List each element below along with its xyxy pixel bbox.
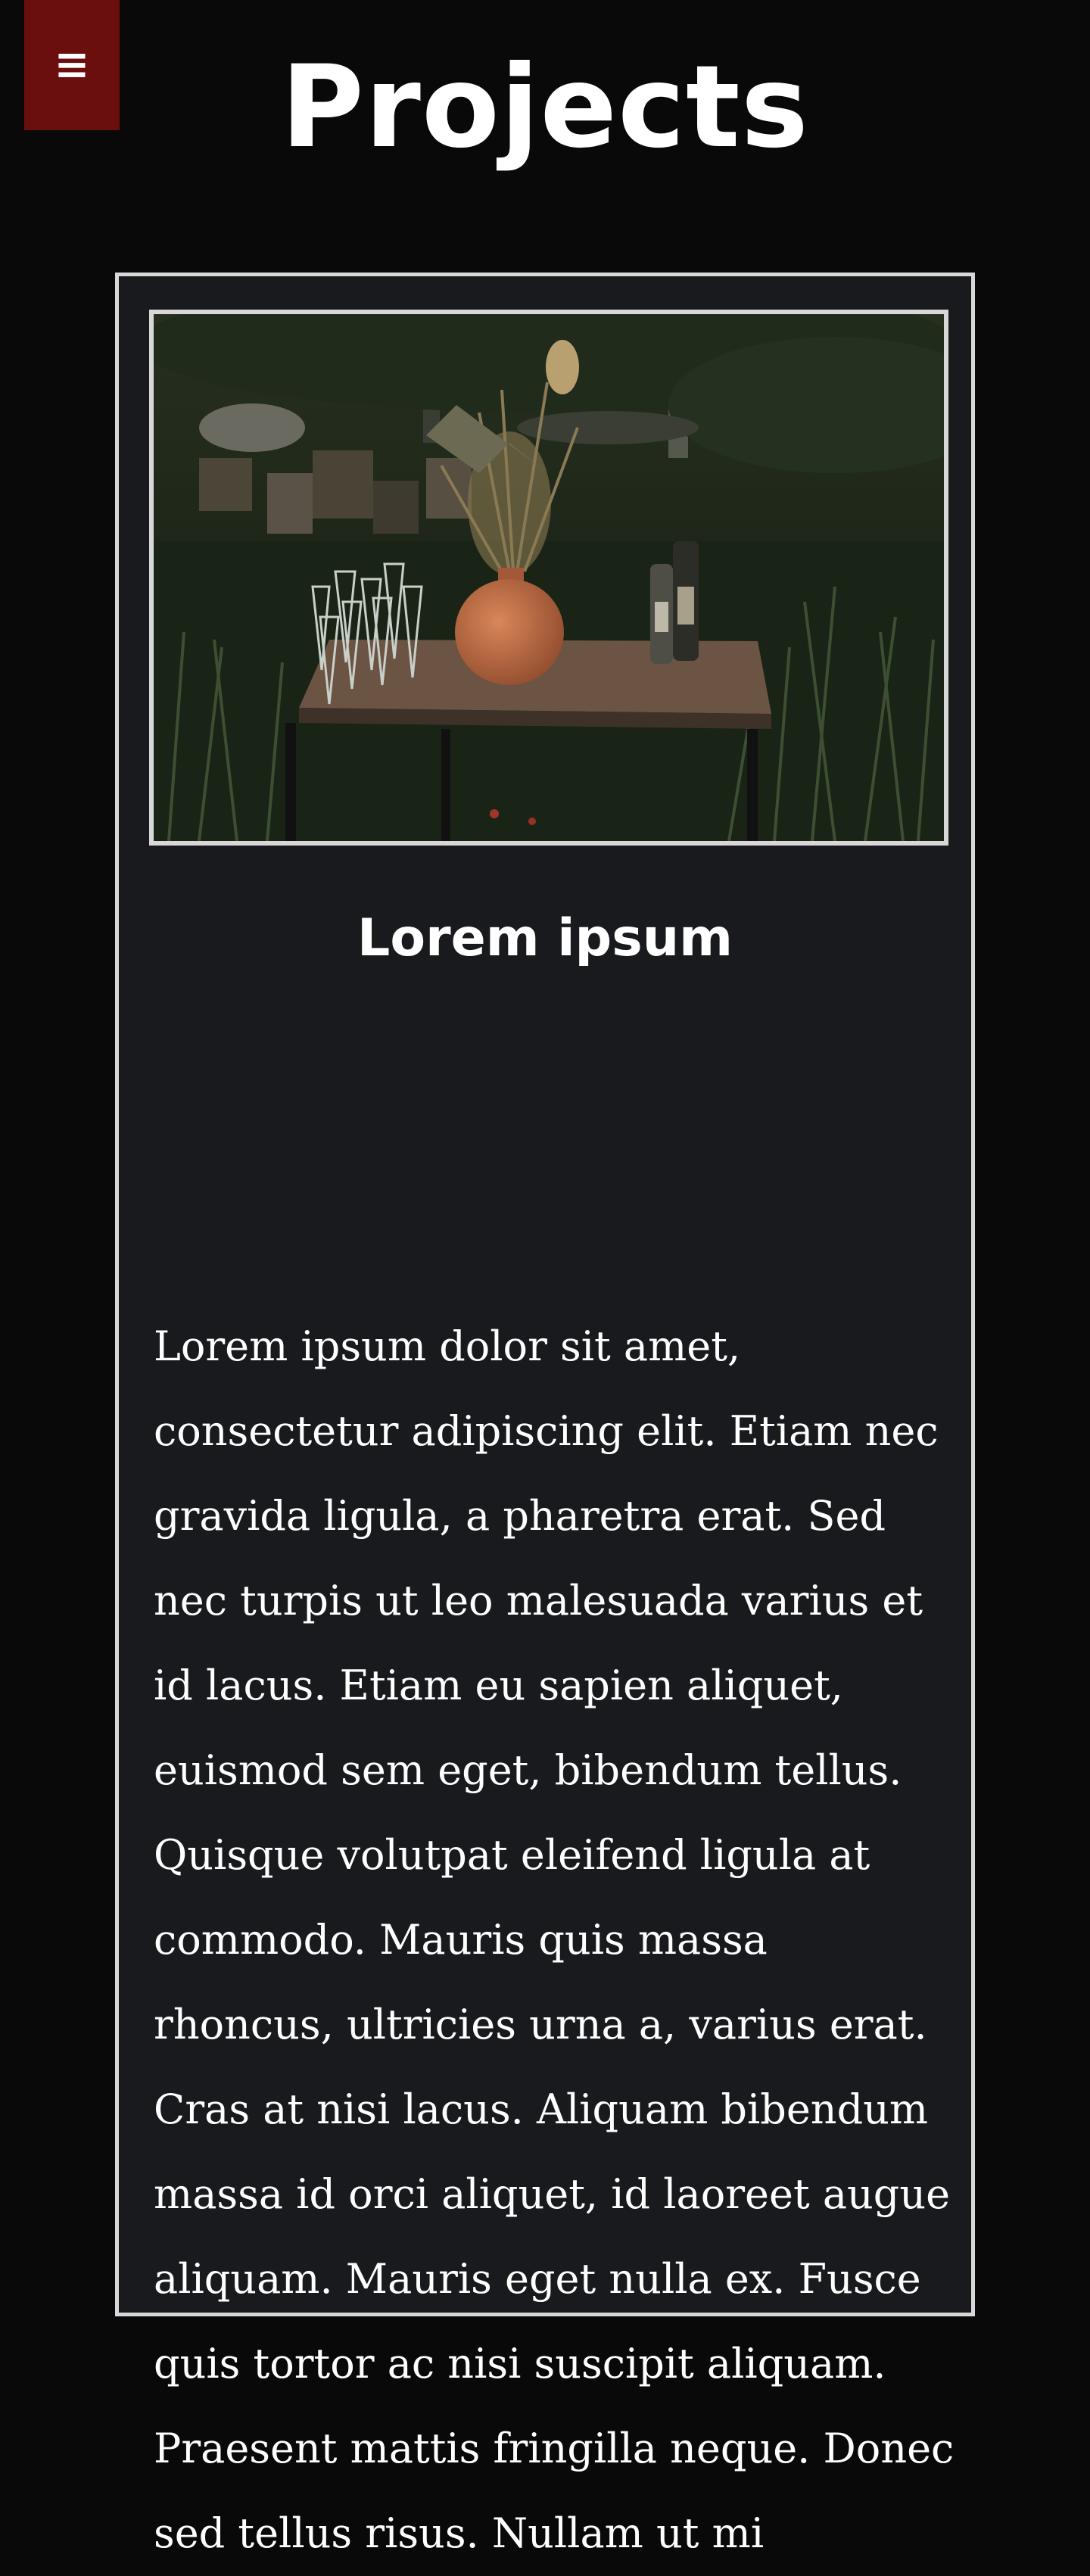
project-title: Lorem ipsum	[357, 908, 733, 968]
project-card: Lorem ipsum Lorem ipsum dolor sit amet, …	[115, 273, 975, 2557]
project-image	[149, 310, 948, 846]
garden-table-photo	[154, 314, 944, 841]
page-title: Projects	[280, 42, 809, 173]
project-description: Lorem ipsum dolor sit amet, consectetur …	[154, 1322, 955, 2557]
